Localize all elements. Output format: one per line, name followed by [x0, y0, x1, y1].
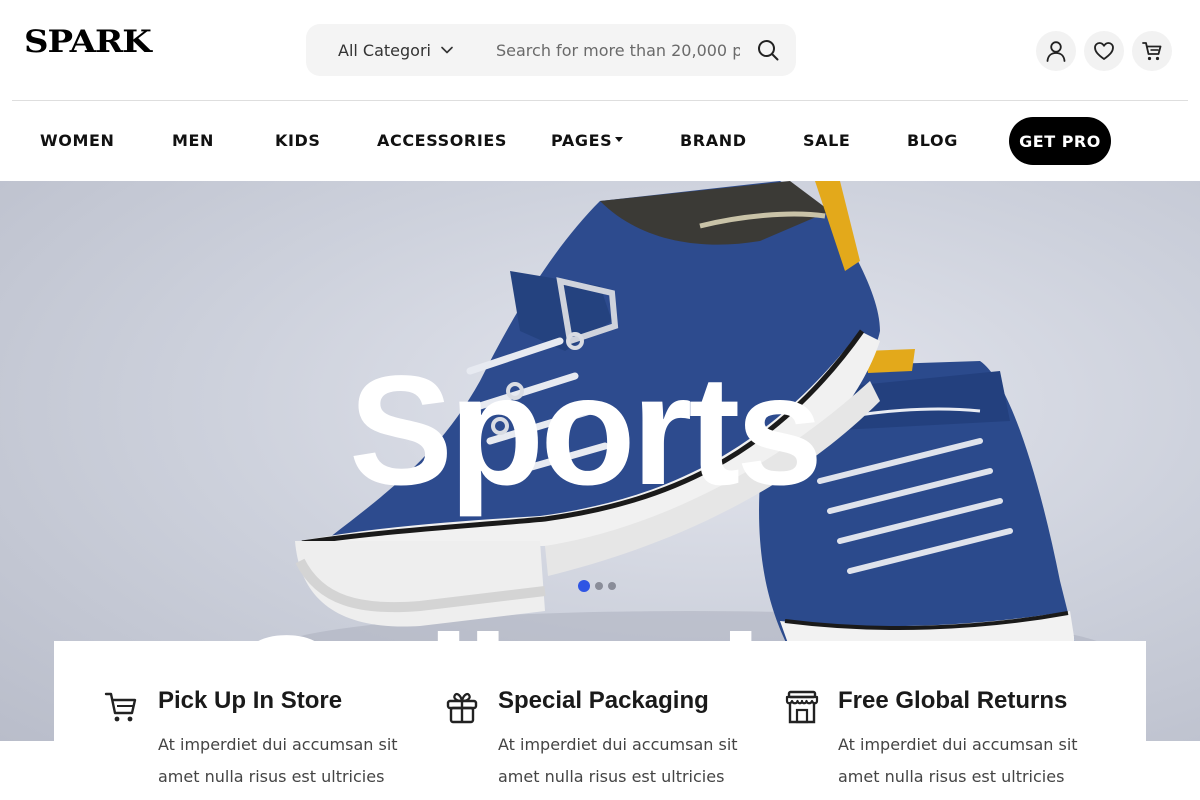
feature-title: Free Global Returns [838, 687, 1068, 714]
slide-dot[interactable] [578, 580, 590, 592]
search-icon [758, 40, 779, 61]
search-input[interactable] [472, 24, 740, 76]
nav-item-women[interactable]: WOMEN [40, 131, 115, 151]
nav-item-brand[interactable]: BRAND [680, 131, 747, 151]
site-header: SPARK All Categori [0, 0, 1200, 100]
user-icon [1046, 41, 1066, 62]
feature-text: At imperdiet dui accumsan sit amet nulla… [158, 735, 398, 786]
slider-dots [578, 580, 616, 592]
feature-text: At imperdiet dui accumsan sit amet nulla… [838, 735, 1078, 786]
category-label: All Categori [338, 40, 431, 60]
cart-icon [104, 692, 137, 722]
wishlist-button[interactable] [1084, 31, 1124, 71]
nav-item-kids[interactable]: KIDS [275, 131, 321, 151]
nav-item-pages-label: PAGES [551, 131, 613, 150]
heart-icon [1094, 42, 1114, 60]
slide-dot[interactable] [608, 582, 616, 590]
search-bar: All Categori [306, 24, 796, 76]
gift-icon [446, 692, 478, 724]
search-button[interactable] [740, 24, 796, 76]
caret-down-icon [615, 137, 624, 142]
chevron-down-icon [441, 46, 453, 54]
cart-button[interactable] [1132, 31, 1172, 71]
get-pro-button[interactable]: GET PRO [1009, 117, 1111, 165]
feature-title: Pick Up In Store [158, 687, 343, 714]
store-icon [785, 690, 819, 724]
feature-title: Special Packaging [498, 687, 709, 714]
hero-title: Sports [348, 344, 823, 518]
account-button[interactable] [1036, 31, 1076, 71]
nav-item-accessories[interactable]: ACCESSORIES [377, 131, 507, 151]
nav-item-blog[interactable]: BLOG [907, 131, 958, 151]
logo[interactable]: SPARK [24, 25, 152, 58]
nav-item-sale[interactable]: SALE [803, 131, 850, 151]
features-card: Pick Up In Store At imperdiet dui accums… [54, 641, 1146, 800]
slide-dot[interactable] [595, 582, 603, 590]
main-nav: WOMEN MEN KIDS ACCESSORIES PAGES BRAND S… [0, 101, 1200, 181]
category-dropdown[interactable]: All Categori [306, 24, 472, 76]
cart-icon [1142, 42, 1162, 61]
feature-text: At imperdiet dui accumsan sit amet nulla… [498, 735, 738, 786]
nav-item-pages[interactable]: PAGES [551, 131, 624, 151]
nav-item-men[interactable]: MEN [172, 131, 214, 151]
